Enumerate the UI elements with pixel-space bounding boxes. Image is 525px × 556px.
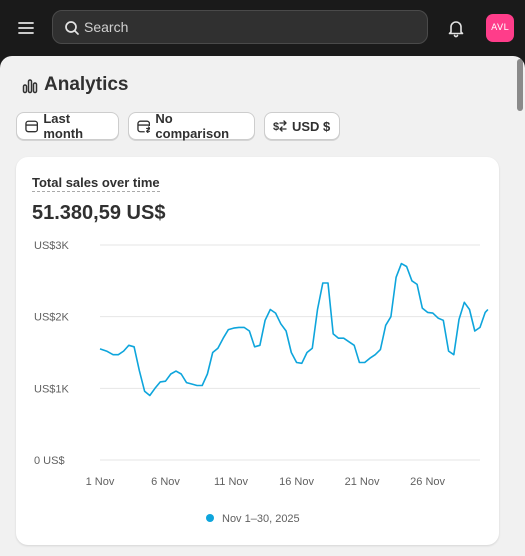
currency-button[interactable]: $ USD $ (264, 112, 340, 140)
x-tick-label: 6 Nov (151, 476, 180, 488)
x-tick-label: 1 Nov (86, 476, 115, 488)
bell-icon[interactable] (446, 18, 466, 38)
top-bar: AVL (0, 0, 525, 56)
search-bar[interactable] (52, 10, 428, 44)
menu-icon[interactable] (16, 18, 36, 38)
main-content: Analytics Last month No comparison $ USD… (0, 56, 525, 556)
y-tick-label: US$1K (34, 383, 70, 395)
legend-label: Nov 1–30, 2025 (222, 513, 300, 525)
page-title: Analytics (44, 74, 129, 95)
avatar[interactable]: AVL (486, 14, 514, 42)
currency-exchange-icon: $ (273, 120, 287, 133)
scrollbar[interactable] (517, 59, 523, 111)
date-range-label: Last month (43, 111, 84, 141)
search-input[interactable] (84, 11, 414, 43)
calendar-icon (25, 120, 39, 133)
legend-marker (206, 514, 214, 522)
x-tick-label: 21 Nov (345, 476, 380, 488)
svg-text:$: $ (273, 121, 279, 133)
x-tick-label: 11 Nov (214, 476, 249, 488)
sales-line-chart: 0 US$ US$1K US$2K US$3K 1 Nov 6 Nov 11 Nov 16 N… (34, 240, 489, 525)
comparison-label: No comparison (155, 111, 230, 141)
calendar-compare-icon (137, 120, 151, 133)
analytics-bars-icon (22, 79, 38, 94)
search-icon (65, 21, 79, 35)
y-tick-label: 0 US$ (34, 455, 65, 467)
series-line (99, 262, 489, 397)
y-tick-label: US$3K (34, 240, 70, 252)
date-range-button[interactable]: Last month (16, 111, 119, 141)
currency-label: USD $ (292, 118, 331, 134)
comparison-button[interactable]: No comparison (128, 111, 255, 141)
y-tick-label: US$2K (34, 312, 70, 324)
x-tick-label: 16 Nov (279, 476, 314, 488)
x-tick-label: 26 Nov (410, 476, 445, 488)
sales-card: Total sales over time 51.380,59 US$ 0 US… (16, 157, 499, 545)
